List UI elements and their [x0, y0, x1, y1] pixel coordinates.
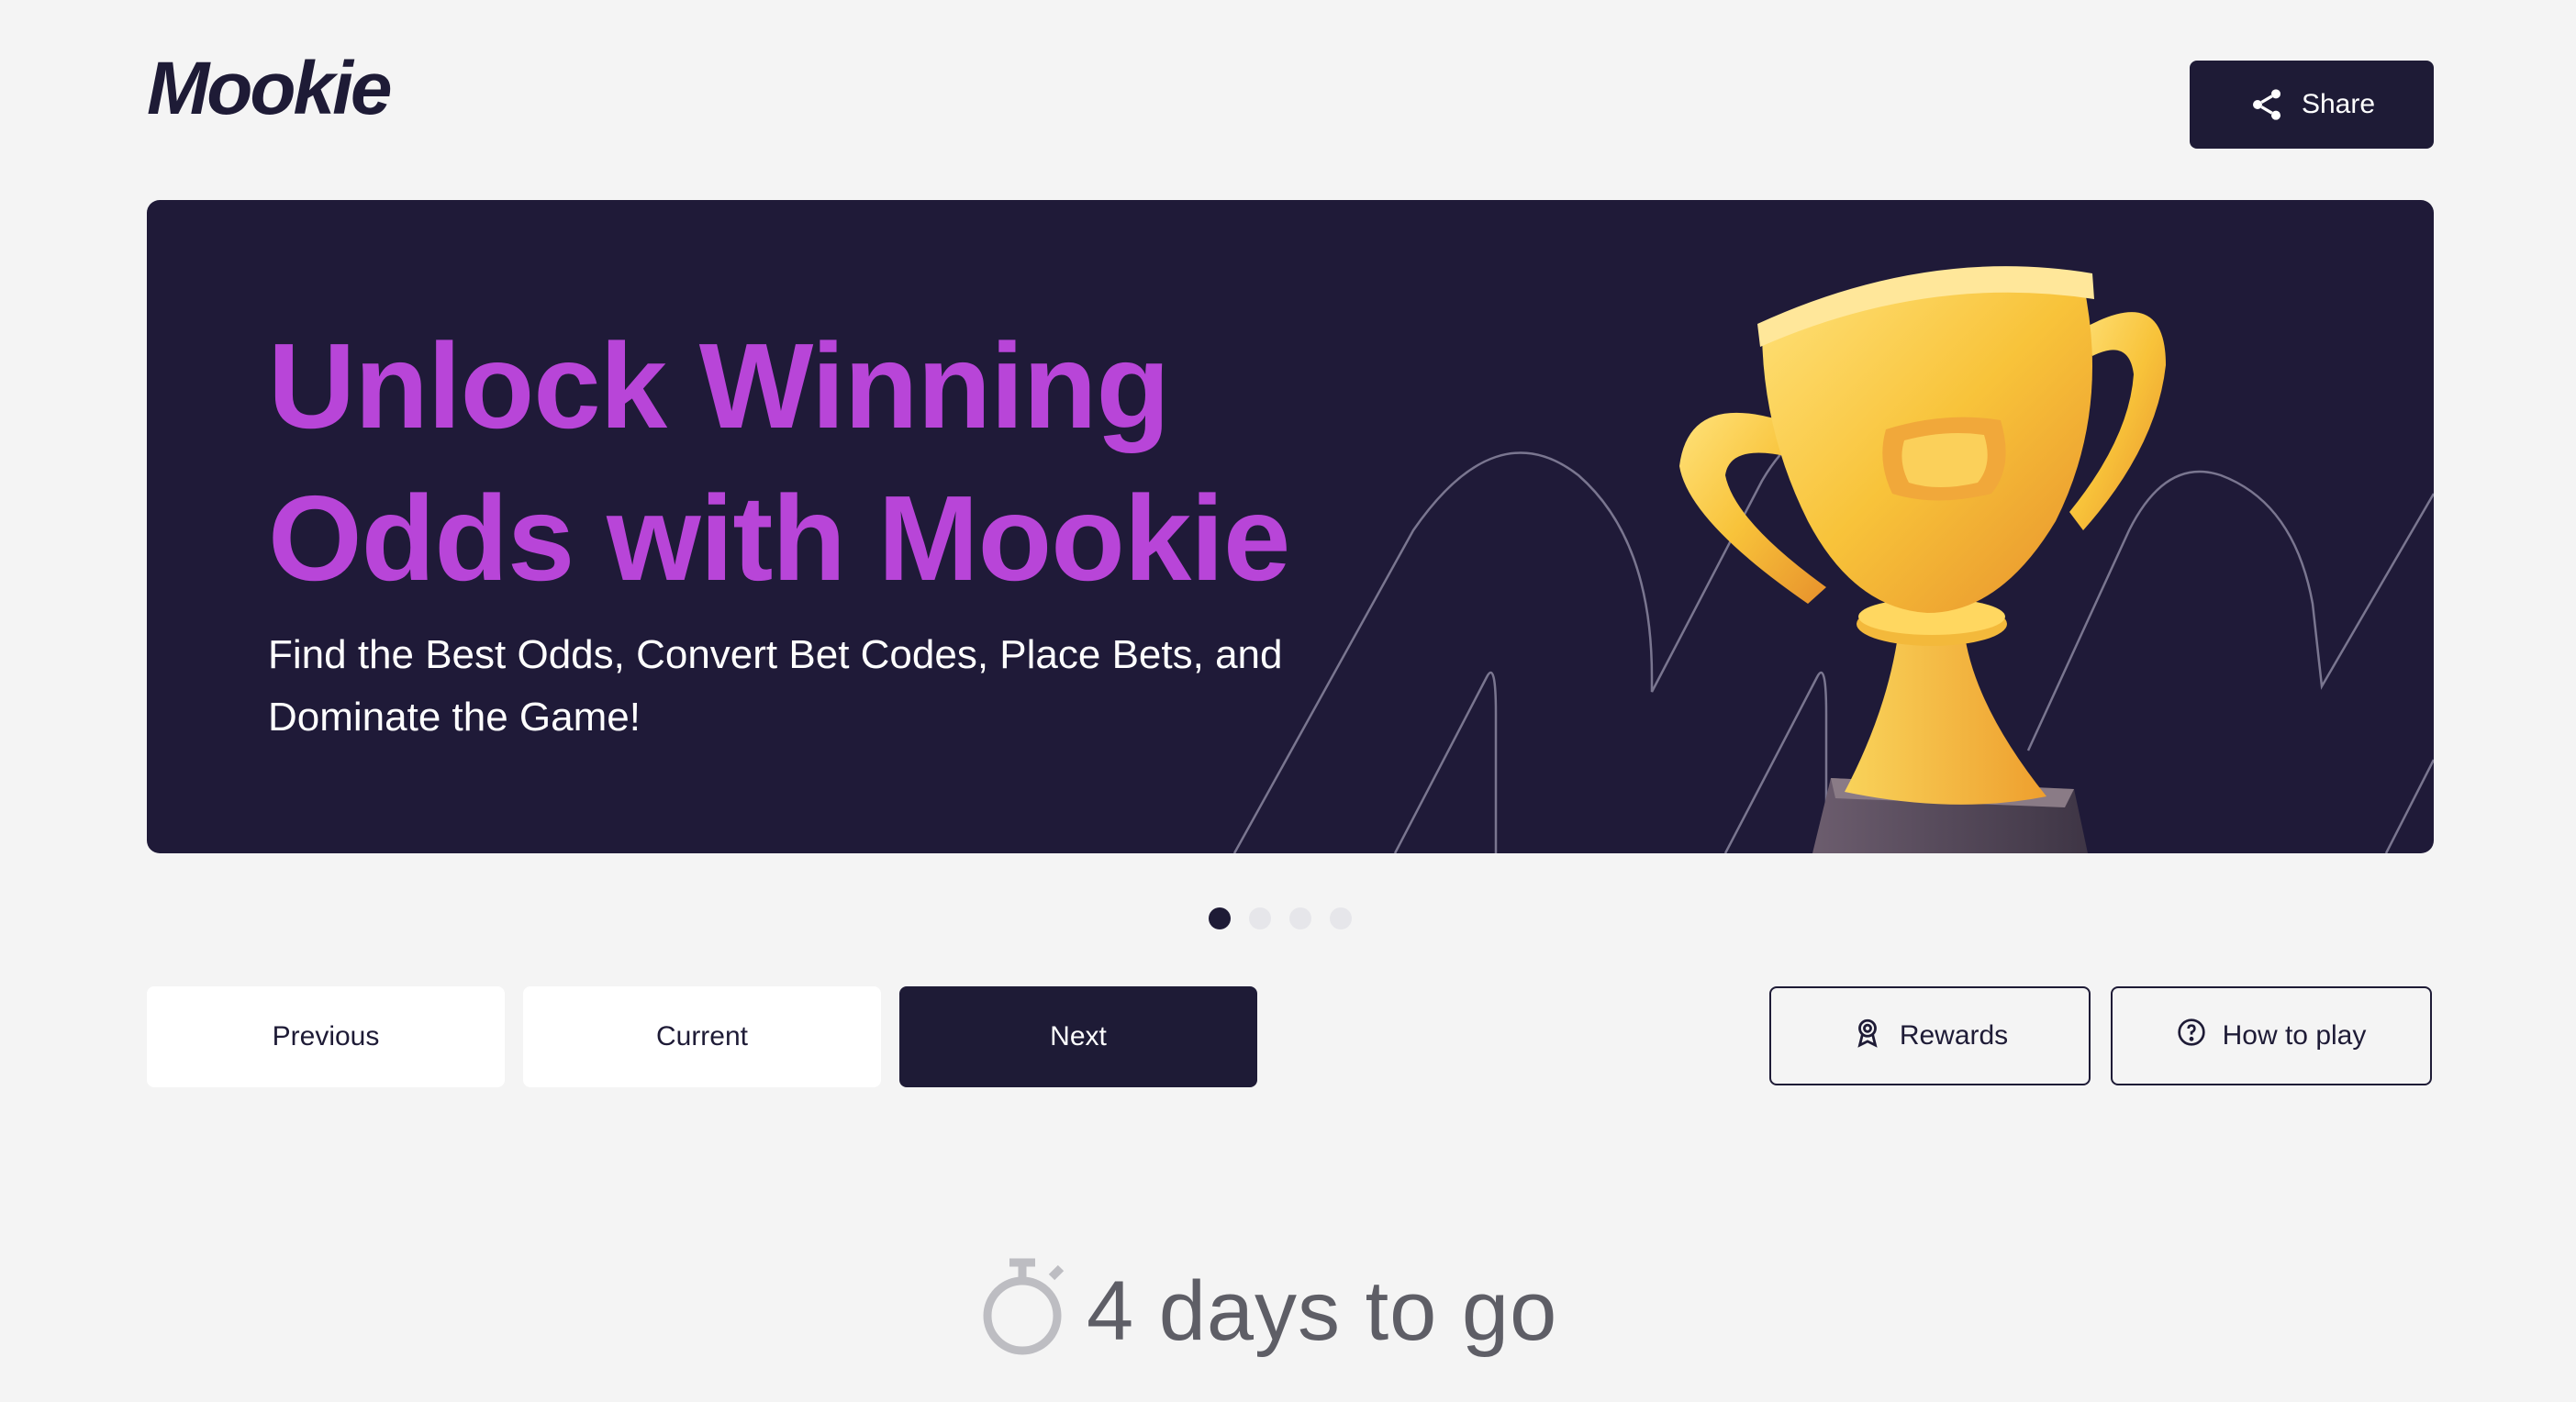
rewards-button[interactable]: Rewards — [1769, 986, 2091, 1085]
carousel-dot-1[interactable] — [1209, 907, 1231, 929]
stopwatch-icon — [980, 1257, 1072, 1364]
how-to-play-button[interactable]: How to play — [2111, 986, 2432, 1085]
banner-title: Unlock Winning Odds with Mookie — [268, 318, 1290, 606]
award-icon — [1852, 1017, 1883, 1055]
carousel-dots — [1209, 907, 1352, 929]
carousel-dot-4[interactable] — [1330, 907, 1352, 929]
tab-next[interactable]: Next — [899, 986, 1257, 1087]
share-button[interactable]: Share — [2190, 61, 2434, 149]
tab-previous[interactable]: Previous — [147, 986, 505, 1087]
countdown: 4 days to go — [980, 1257, 1557, 1364]
rewards-label: Rewards — [1899, 1020, 2009, 1051]
mookie-logo[interactable]: Mookie — [147, 51, 392, 127]
trophy-illustration — [1679, 266, 2166, 853]
help-circle-icon — [2177, 1018, 2206, 1054]
banner-subtitle: Find the Best Odds, Convert Bet Codes, P… — [268, 632, 1283, 740]
page: Mookie Share Unlock Winning Odds with Mo… — [0, 0, 2576, 1402]
share-icon — [2248, 86, 2285, 123]
share-label: Share — [2301, 89, 2376, 119]
tab-current[interactable]: Current — [523, 986, 881, 1087]
carousel-dot-2[interactable] — [1249, 907, 1271, 929]
carousel-dot-3[interactable] — [1289, 907, 1311, 929]
hero-banner[interactable]: Unlock Winning Odds with Mookie Find the… — [147, 200, 2434, 853]
countdown-text: 4 days to go — [1087, 1263, 1558, 1358]
how-to-play-label: How to play — [2222, 1020, 2367, 1051]
